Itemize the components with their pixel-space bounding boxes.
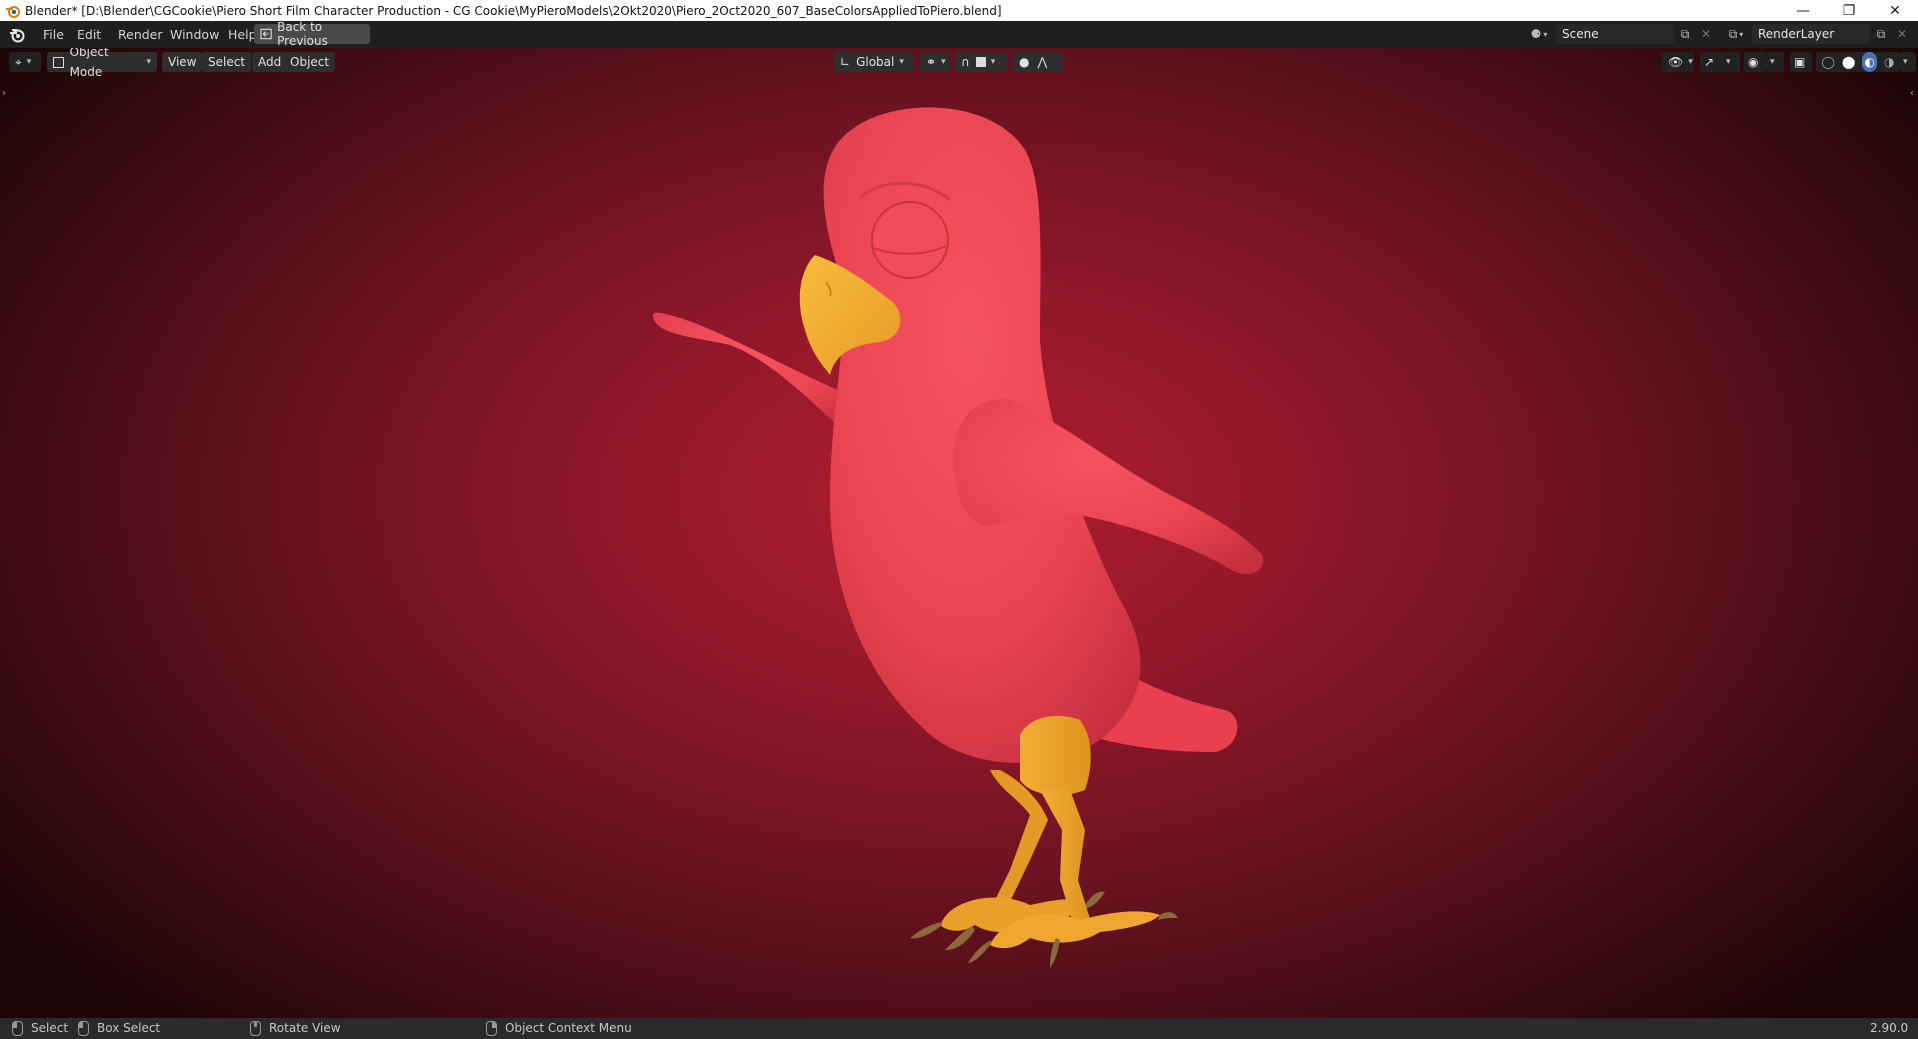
front-claw-2 xyxy=(1050,938,1060,968)
status-box-select: Box Select xyxy=(78,1018,160,1039)
front-thigh xyxy=(1020,715,1091,796)
status-select: Select xyxy=(12,1018,68,1039)
menu-edit[interactable]: Edit xyxy=(72,25,106,44)
status-context-menu-label: Object Context Menu xyxy=(505,1021,632,1035)
menu-render[interactable]: Render xyxy=(113,25,168,44)
status-rotate-view-label: Rotate View xyxy=(269,1021,341,1035)
status-select-label: Select xyxy=(31,1021,69,1035)
3d-viewport[interactable]: ⌖ ▾ Object Mode ▾ View Select Add Object ∟… xyxy=(0,48,1918,1018)
status-rotate-view: Rotate View xyxy=(250,1018,341,1039)
restore-button[interactable]: ❐ xyxy=(1826,0,1872,21)
window-titlebar: Blender* [D:\Blender\CGCookie\Piero Shor… xyxy=(0,0,1918,21)
close-button[interactable]: ✕ xyxy=(1872,0,1918,21)
menu-file[interactable]: File xyxy=(38,25,69,44)
restore-icon: ❐ xyxy=(1842,2,1856,19)
back-to-previous-label: Back to Previous xyxy=(277,20,328,48)
window-title: Blender* [D:\Blender\CGCookie\Piero Shor… xyxy=(25,3,1002,18)
scene-browse-button[interactable]: ⚈ ▾ xyxy=(1525,24,1553,44)
minimize-icon: — xyxy=(1796,2,1810,19)
eye xyxy=(871,201,949,279)
left-drag-mouse-icon xyxy=(78,1021,89,1036)
new-scene-button[interactable]: ⧉ xyxy=(1674,24,1696,44)
left-mouse-icon xyxy=(12,1021,23,1036)
back-to-previous-button[interactable]: Back to Previous xyxy=(254,20,370,48)
view-layer-browse-button[interactable]: ⧉ ▾ xyxy=(1722,24,1750,44)
back-claw-1 xyxy=(910,922,942,939)
render-layers-icon: ⧉ xyxy=(1728,26,1738,41)
delete-view-layer-button[interactable]: ✕ xyxy=(1891,24,1913,44)
blender-logo-icon xyxy=(6,5,20,18)
scene-icon: ⚈ xyxy=(1530,27,1542,41)
status-bar: Select Box Select Rotate View Object Con… xyxy=(0,1018,1918,1039)
close-icon: ✕ xyxy=(1889,2,1901,19)
delete-scene-button[interactable]: ✕ xyxy=(1695,24,1717,44)
status-box-select-label: Box Select xyxy=(97,1021,161,1035)
version-label: 2.90.0 xyxy=(1870,1021,1909,1035)
piero-bird-model xyxy=(652,107,1264,968)
front-claw-3 xyxy=(1158,912,1178,920)
back-arrow-icon xyxy=(260,28,272,40)
x-icon: ✕ xyxy=(1896,27,1908,41)
scene-name-field[interactable]: Scene xyxy=(1556,24,1674,44)
new-view-layer-button[interactable]: ⧉ xyxy=(1870,24,1892,44)
duplicate-icon: ⧉ xyxy=(1680,26,1690,41)
x-icon: ✕ xyxy=(1700,27,1712,41)
blender-menu-icon[interactable] xyxy=(8,26,26,44)
duplicate-icon: ⧉ xyxy=(1876,26,1886,41)
back-claw-3 xyxy=(1085,891,1105,909)
status-context-menu: Object Context Menu xyxy=(486,1018,632,1039)
front-claw-1 xyxy=(968,940,992,963)
right-mouse-icon xyxy=(486,1021,497,1036)
view-layer-name-field[interactable]: RenderLayer xyxy=(1752,24,1870,44)
blender-topbar: File Edit Render Window Help Back to Pre… xyxy=(0,20,1918,48)
middle-mouse-icon xyxy=(250,1021,261,1036)
menu-window[interactable]: Window xyxy=(165,25,224,44)
minimize-button[interactable]: — xyxy=(1780,0,1826,21)
